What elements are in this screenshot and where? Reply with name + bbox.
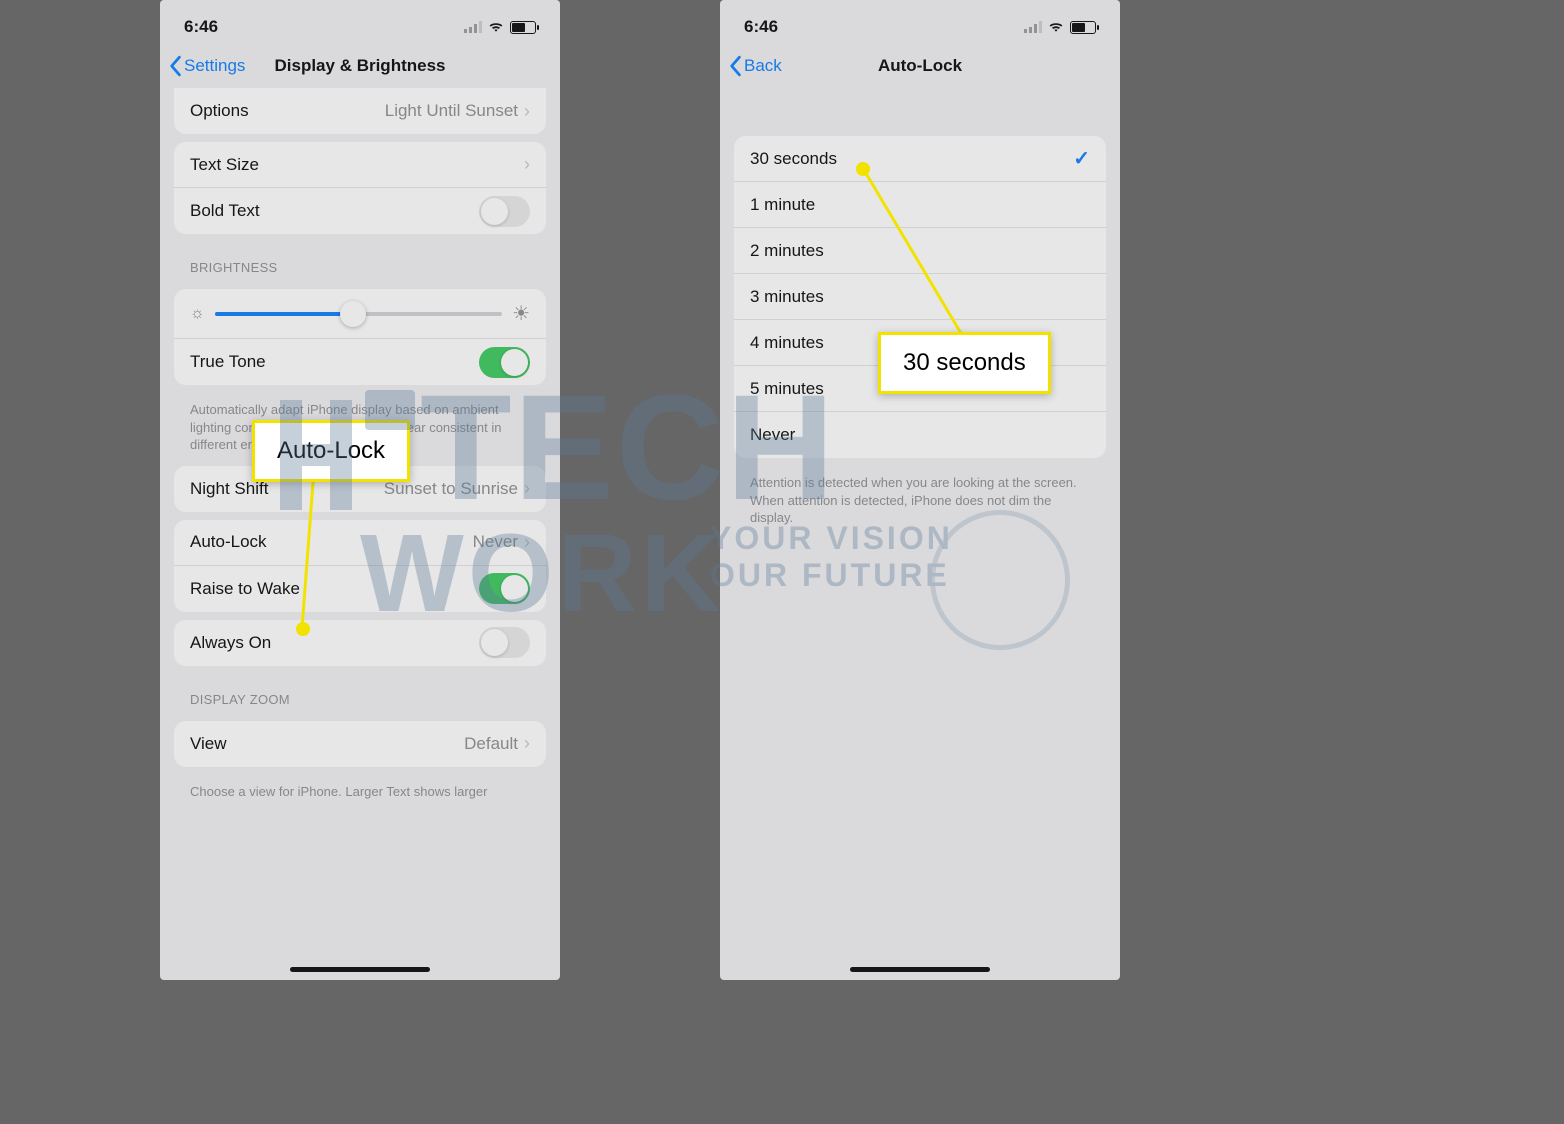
phone-screenshot-left: 6:46 Settings Display & Brightness Optio…: [160, 0, 560, 980]
callout-dot: [856, 162, 870, 176]
text-size-row[interactable]: Text Size ›: [174, 142, 546, 188]
chevron-right-icon: ›: [524, 478, 530, 499]
brightness-slider[interactable]: [215, 312, 502, 316]
autolock-options-group: 30 seconds ✓ 1 minute 2 minutes 3 minutes 4 m…: [734, 136, 1106, 458]
view-row[interactable]: View Default ›: [174, 721, 546, 767]
status-icons: [464, 21, 536, 34]
always-on-toggle[interactable]: [479, 627, 530, 658]
raise-to-wake-row[interactable]: Raise to Wake: [174, 566, 546, 612]
brightness-header: BRIGHTNESS: [160, 242, 560, 281]
back-button[interactable]: Settings: [168, 55, 245, 77]
true-tone-toggle[interactable]: [479, 347, 530, 378]
back-button[interactable]: Back: [728, 55, 782, 77]
always-on-row[interactable]: Always On: [174, 620, 546, 666]
autolock-option-label: 5 minutes: [750, 379, 824, 399]
status-bar: 6:46: [160, 0, 560, 44]
appearance-group: Options Light Until Sunset ›: [174, 88, 546, 134]
page-title: Display & Brightness: [275, 56, 446, 76]
nav-bar: Back Auto-Lock: [720, 44, 1120, 88]
wifi-icon: [1048, 21, 1064, 33]
view-description: Choose a view for iPhone. Larger Text sh…: [160, 775, 560, 805]
callout-dot: [296, 622, 310, 636]
chevron-left-icon: [728, 55, 742, 77]
cellular-icon: [1024, 21, 1042, 33]
status-time: 6:46: [184, 17, 218, 37]
raise-to-wake-toggle[interactable]: [479, 573, 530, 604]
auto-lock-label: Auto-Lock: [190, 532, 267, 552]
always-on-label: Always On: [190, 633, 271, 653]
home-indicator[interactable]: [850, 967, 990, 972]
brightness-group: ☼ ☀ True Tone: [174, 289, 546, 385]
autolock-option-row[interactable]: 3 minutes: [734, 274, 1106, 320]
callout-30-seconds: 30 seconds: [878, 332, 1051, 394]
auto-lock-row[interactable]: Auto-Lock Never ›: [174, 520, 546, 566]
attention-description: Attention is detected when you are looki…: [720, 466, 1120, 531]
home-indicator[interactable]: [290, 967, 430, 972]
page-title: Auto-Lock: [878, 56, 962, 76]
callout-autolock: Auto-Lock: [252, 420, 410, 482]
sun-large-icon: ☀: [512, 301, 530, 326]
options-value: Light Until Sunset: [385, 101, 518, 121]
autolock-option-label: 30 seconds: [750, 149, 837, 169]
back-label: Settings: [184, 56, 245, 76]
lock-group: Auto-Lock Never › Raise to Wake: [174, 520, 546, 612]
always-on-group: Always On: [174, 620, 546, 666]
callout-label: 30 seconds: [903, 349, 1026, 376]
back-label: Back: [744, 56, 782, 76]
callout-label: Auto-Lock: [277, 437, 385, 464]
view-value: Default: [464, 734, 518, 754]
options-label: Options: [190, 101, 249, 121]
chevron-right-icon: ›: [524, 733, 530, 754]
battery-icon: [510, 21, 536, 34]
text-group: Text Size › Bold Text: [174, 142, 546, 234]
options-row[interactable]: Options Light Until Sunset ›: [174, 88, 546, 134]
autolock-option-row[interactable]: 30 seconds ✓: [734, 136, 1106, 182]
autolock-option-label: 3 minutes: [750, 287, 824, 307]
autolock-option-row[interactable]: Never: [734, 412, 1106, 458]
display-zoom-header: DISPLAY ZOOM: [160, 674, 560, 713]
autolock-option-label: 1 minute: [750, 195, 815, 215]
bold-text-label: Bold Text: [190, 201, 260, 221]
battery-icon: [1070, 21, 1096, 34]
wifi-icon: [488, 21, 504, 33]
autolock-content[interactable]: 30 seconds ✓ 1 minute 2 minutes 3 minutes 4 m…: [720, 88, 1120, 980]
display-zoom-group: View Default ›: [174, 721, 546, 767]
chevron-left-icon: [168, 55, 182, 77]
view-label: View: [190, 734, 227, 754]
status-icons: [1024, 21, 1096, 34]
autolock-option-label: 4 minutes: [750, 333, 824, 353]
status-bar: 6:46: [720, 0, 1120, 44]
autolock-option-label: Never: [750, 425, 795, 445]
nav-bar: Settings Display & Brightness: [160, 44, 560, 88]
raise-to-wake-label: Raise to Wake: [190, 579, 300, 599]
true-tone-label: True Tone: [190, 352, 266, 372]
autolock-option-row[interactable]: 1 minute: [734, 182, 1106, 228]
brightness-slider-row[interactable]: ☼ ☀: [174, 289, 546, 339]
settings-content[interactable]: Options Light Until Sunset › Text Size › …: [160, 88, 560, 980]
sun-small-icon: ☼: [190, 305, 205, 323]
bold-text-toggle[interactable]: [479, 196, 530, 227]
autolock-option-label: 2 minutes: [750, 241, 824, 261]
auto-lock-value: Never: [473, 532, 518, 552]
chevron-right-icon: ›: [524, 154, 530, 175]
bold-text-row[interactable]: Bold Text: [174, 188, 546, 234]
checkmark-icon: ✓: [1073, 146, 1090, 171]
chevron-right-icon: ›: [524, 532, 530, 553]
chevron-right-icon: ›: [524, 101, 530, 122]
status-time: 6:46: [744, 17, 778, 37]
phone-screenshot-right: 6:46 Back Auto-Lock 30 seconds ✓ 1 minute 2…: [720, 0, 1120, 980]
true-tone-row[interactable]: True Tone: [174, 339, 546, 385]
text-size-label: Text Size: [190, 155, 259, 175]
cellular-icon: [464, 21, 482, 33]
autolock-option-row[interactable]: 2 minutes: [734, 228, 1106, 274]
